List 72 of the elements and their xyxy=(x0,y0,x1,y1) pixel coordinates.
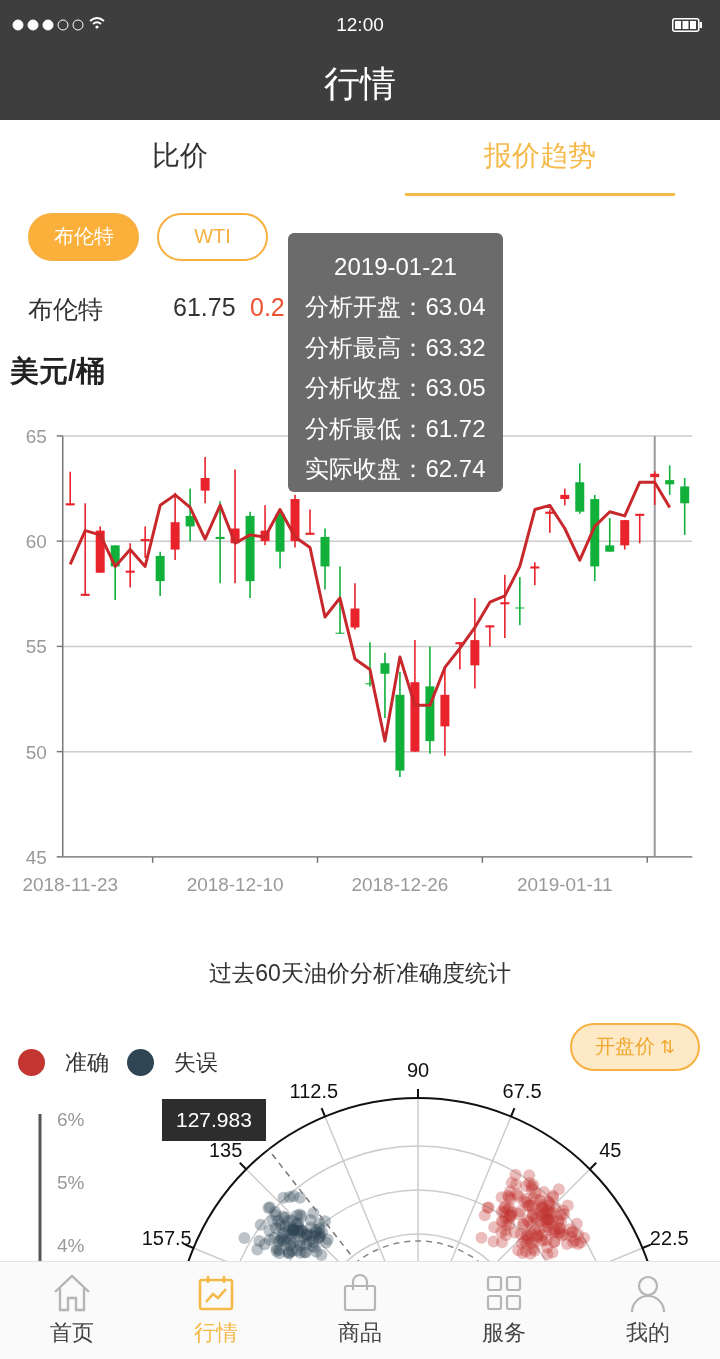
candlestick xyxy=(110,544,120,602)
wifi-icon xyxy=(89,17,105,29)
candlestick xyxy=(575,462,585,515)
unit-label: 美元/桶 xyxy=(10,354,106,390)
tooltip-row-text: 分析收盘：63.05 xyxy=(305,373,486,404)
battery-icon xyxy=(672,18,702,32)
bottom-nav-item[interactable]: 服务 xyxy=(454,1262,554,1359)
candlestick xyxy=(605,517,615,553)
candlestick xyxy=(305,509,315,536)
candlestick xyxy=(500,574,510,640)
quote-price: 61.75 xyxy=(173,292,236,322)
candlestick xyxy=(380,652,390,720)
candlestick xyxy=(125,542,135,589)
tooltip-row-text: 分析最低：61.72 xyxy=(305,413,486,444)
candlestick xyxy=(155,551,165,598)
candlestick xyxy=(665,464,675,496)
candlestick xyxy=(650,470,660,507)
x-axis-label: 2018-11-23 xyxy=(22,874,118,896)
radius-label: 4% xyxy=(57,1234,85,1256)
candlestick xyxy=(65,471,75,507)
page-title: 行情 xyxy=(324,62,396,107)
candlestick xyxy=(170,492,180,562)
candlestick xyxy=(485,624,495,648)
angle-label: 157.5 xyxy=(141,1226,192,1249)
status-time: 12:00 xyxy=(336,13,384,36)
y-axis-label: 50 xyxy=(25,742,47,763)
candlestick xyxy=(560,488,570,507)
bottom-nav-item[interactable]: 首页 xyxy=(22,1262,122,1359)
candlestick xyxy=(620,519,630,551)
candlestick xyxy=(515,576,525,627)
tooltip-row-text: 分析开盘：63.04 xyxy=(305,292,486,323)
polar-tooltip: 127.983 xyxy=(162,1098,266,1141)
bottom-nav-item[interactable]: 我的 xyxy=(598,1262,698,1359)
candlestick xyxy=(320,528,330,591)
y-axis-label: 65 xyxy=(25,426,47,448)
angle-label: 90 xyxy=(406,1058,430,1081)
tab[interactable]: 比价 xyxy=(45,119,315,196)
candlestick xyxy=(545,509,555,534)
legend-label: 准确 xyxy=(65,1048,109,1077)
quote-name: 布伦特 xyxy=(28,293,103,325)
candlestick xyxy=(290,494,300,549)
quote-change: 0.2 xyxy=(250,292,285,322)
section-title: 过去60天油价分析准确度统计 xyxy=(209,958,511,988)
y-axis-label: 55 xyxy=(25,636,47,658)
tooltip-row-text: 分析最高：63.32 xyxy=(305,332,486,363)
radius-label: 5% xyxy=(57,1171,85,1193)
angle-label: 67.5 xyxy=(502,1079,542,1102)
candlestick xyxy=(530,561,540,587)
candlestick xyxy=(95,526,105,574)
candlestick xyxy=(680,477,690,536)
candlestick xyxy=(455,641,465,671)
candlestick xyxy=(185,488,195,543)
tooltip-row-text: 实际收盘：62.74 xyxy=(305,454,486,485)
angle-label: 112.5 xyxy=(289,1079,339,1102)
bottom-nav-item[interactable]: 商品 xyxy=(310,1262,410,1359)
radius-label: 6% xyxy=(57,1108,85,1130)
x-axis-label: 2018-12-10 xyxy=(186,874,284,896)
candlestick xyxy=(635,513,645,545)
candlestick xyxy=(350,582,360,631)
tooltip-date: 2019-01-21 xyxy=(334,251,457,282)
legend-label: 失误 xyxy=(174,1048,218,1077)
x-axis-label: 2019-01-11 xyxy=(517,874,613,896)
candlestick xyxy=(335,565,345,635)
angle-label: 45 xyxy=(599,1138,622,1161)
x-axis-label: 2018-12-26 xyxy=(351,874,449,896)
y-axis-label: 45 xyxy=(25,847,47,869)
angle-label: 135 xyxy=(209,1138,243,1161)
candlestick xyxy=(200,456,210,505)
candlestick xyxy=(140,526,150,560)
candlestick xyxy=(275,511,285,570)
angle-label: 22.5 xyxy=(649,1226,689,1249)
y-axis-label: 60 xyxy=(25,531,47,553)
